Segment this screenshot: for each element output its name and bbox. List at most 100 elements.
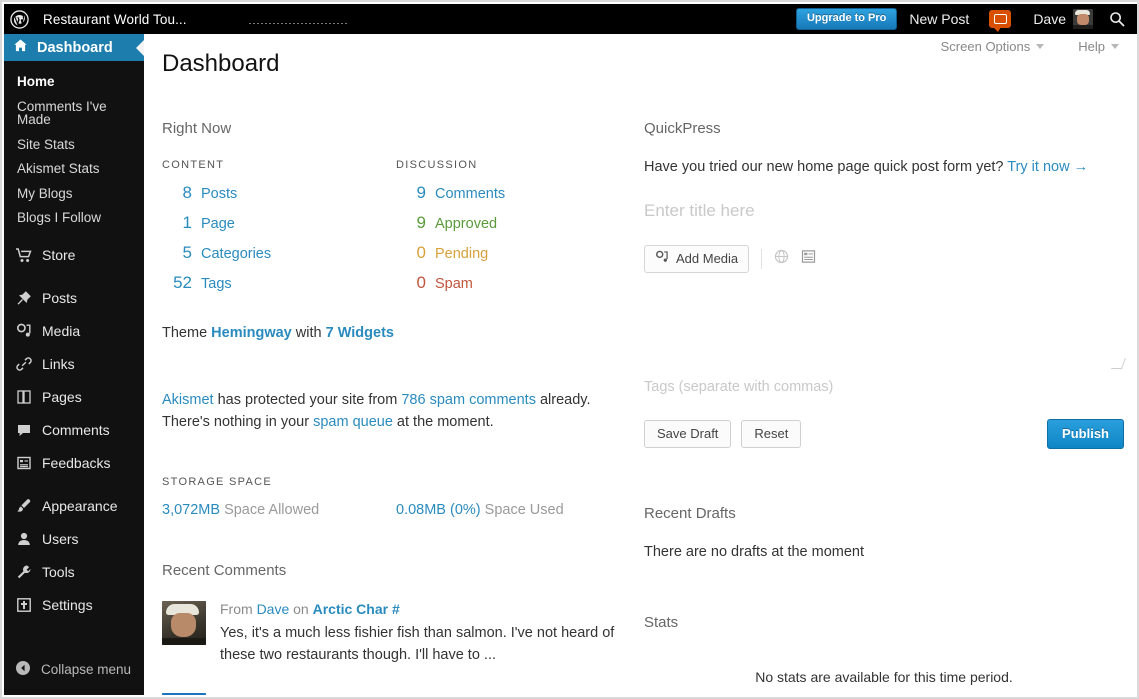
sidebar-item-users[interactable]: Users — [4, 523, 144, 556]
stat-page[interactable]: 1 Page — [162, 213, 396, 233]
admin-bar-left: Restaurant World Tou... — [4, 4, 349, 34]
recent-comments-title: Recent Comments — [162, 561, 287, 579]
wordpress-logo-icon[interactable] — [4, 4, 34, 34]
upgrade-to-pro-button[interactable]: Upgrade to Pro — [795, 8, 898, 30]
sidebar-item-tools[interactable]: Tools — [4, 556, 144, 589]
settings-icon — [15, 597, 32, 614]
sidebar-subitem-comments-ive-made[interactable]: Comments I've Made — [17, 95, 144, 133]
discussion-heading: DISCUSSION — [396, 159, 478, 171]
recent-drafts-widget: Recent Drafts There are no drafts at the… — [644, 505, 1124, 560]
feedback-icon — [15, 455, 32, 472]
admin-bar: Restaurant World Tou... Upgrade to Pro N… — [4, 4, 1137, 34]
space-used-label: Space Used — [480, 501, 564, 518]
quickpress-intro: Have you tried our new home page quick p… — [644, 159, 1124, 175]
dashboard-left-column: Right Now CONTENT 8 Posts 1 Page 5 Categ… — [162, 120, 632, 695]
right-now-discussion-column: DISCUSSION 9 Comments 9 Approved 0 Pendi… — [396, 159, 630, 303]
sidebar-item-links[interactable]: Links — [4, 348, 144, 381]
recent-drafts-empty: There are no drafts at the moment — [644, 544, 865, 560]
recent-drafts-title: Recent Drafts — [644, 505, 736, 522]
media-icon — [655, 250, 669, 267]
comment-author-link[interactable]: Dave — [257, 601, 290, 617]
reset-button[interactable]: Reset — [741, 420, 802, 448]
quickpress-actions: Save Draft Reset Publish — [644, 419, 1124, 449]
screen-options-button[interactable]: Screen Options — [941, 39, 1045, 54]
comments-bubble-button[interactable] — [981, 4, 1019, 34]
resize-handle[interactable] — [1110, 358, 1127, 369]
sidebar-item-comments-label: Comments — [42, 422, 110, 438]
chevron-down-icon — [1036, 44, 1045, 49]
stat-posts[interactable]: 8 Posts — [162, 183, 396, 203]
sidebar-subitem-my-blogs[interactable]: My Blogs — [17, 182, 144, 207]
sidebar-item-feedbacks[interactable]: Feedbacks — [4, 447, 144, 480]
space-allowed-value: 3,072MB — [162, 501, 221, 518]
akismet-link[interactable]: Akismet — [162, 392, 214, 408]
globe-icon[interactable] — [774, 249, 789, 269]
sidebar-item-comments[interactable]: Comments — [4, 414, 144, 447]
new-post-button[interactable]: New Post — [897, 4, 981, 34]
sidebar-item-posts-label: Posts — [42, 290, 78, 306]
sidebar-item-pages[interactable]: Pages — [4, 381, 144, 414]
sidebar-subitem-home[interactable]: Home — [17, 70, 144, 95]
comment-meta: From Mandy on Arctic Char # — [220, 693, 632, 695]
quickpress-tags-input[interactable]: Tags (separate with commas) — [644, 379, 1124, 395]
stat-pending[interactable]: 0 Pending — [396, 243, 630, 263]
form-icon[interactable] — [801, 249, 816, 269]
right-now-widget: Right Now CONTENT 8 Posts 1 Page 5 Categ… — [162, 120, 632, 518]
storage-space-section: STORAGE SPACE 3,072MB Space Allowed 0.08… — [162, 476, 632, 518]
sidebar-item-pages-label: Pages — [42, 389, 82, 405]
help-button[interactable]: Help — [1078, 39, 1119, 54]
stats-widget: Stats No stats are available for this ti… — [644, 614, 1124, 685]
comment-from: From — [220, 600, 257, 617]
sidebar-item-settings[interactable]: Settings — [4, 589, 144, 622]
comment-post-link[interactable]: Arctic Char # — [313, 601, 400, 617]
collapse-menu-button[interactable]: Collapse menu — [4, 660, 144, 679]
comment-post-link[interactable]: Arctic Char # — [322, 693, 409, 695]
quickpress-title-input[interactable]: Enter title here — [644, 201, 1124, 221]
avatar — [162, 600, 206, 645]
comment-meta: From Dave on Arctic Char # — [220, 601, 632, 617]
sidebar-item-media[interactable]: Media — [4, 315, 144, 348]
stat-page-label: Page — [201, 216, 235, 232]
sidebar-item-dashboard[interactable]: Dashboard — [4, 34, 144, 61]
site-title[interactable]: Restaurant World Tou... — [43, 12, 187, 27]
stat-tags[interactable]: 52 Tags — [162, 273, 396, 293]
comment-from: From — [220, 693, 257, 695]
comment-author-link[interactable]: Mandy — [257, 693, 299, 695]
browser-frame: Restaurant World Tou... Upgrade to Pro N… — [0, 0, 1139, 699]
add-media-button[interactable]: Add Media — [644, 245, 750, 273]
storage-heading: STORAGE SPACE — [162, 475, 273, 488]
media-icon — [15, 323, 32, 340]
quickpress-title: QuickPress — [644, 120, 721, 137]
stat-page-count: 1 — [182, 213, 192, 232]
theme-widgets-link[interactable]: 7 Widgets — [326, 325, 394, 341]
add-media-label: Add Media — [676, 251, 739, 266]
stat-categories[interactable]: 5 Categories — [162, 243, 396, 263]
sidebar-subitem-blogs-i-follow[interactable]: Blogs I Follow — [17, 206, 144, 231]
sidebar-item-appearance[interactable]: Appearance — [4, 490, 144, 523]
account-menu[interactable]: Dave — [1019, 9, 1103, 29]
stat-approved[interactable]: 9 Approved — [396, 213, 630, 233]
theme-mid: with — [291, 325, 326, 341]
collapse-menu-label: Collapse menu — [41, 662, 132, 677]
spam-queue-link[interactable]: spam queue — [313, 414, 393, 430]
content-heading: CONTENT — [162, 159, 225, 171]
stat-posts-count: 8 — [182, 183, 192, 202]
sidebar-subitem-site-stats[interactable]: Site Stats — [17, 133, 144, 158]
stat-comments[interactable]: 9 Comments — [396, 183, 630, 203]
try-it-now-link[interactable]: Try it now → — [1007, 159, 1088, 175]
sidebar-subitem-akismet-stats[interactable]: Akismet Stats — [17, 157, 144, 182]
search-icon[interactable] — [1103, 11, 1137, 27]
theme-name-link[interactable]: Hemingway — [211, 325, 292, 341]
quickpress-content-textarea[interactable] — [644, 273, 1127, 369]
stats-empty: No stats are available for this time per… — [755, 669, 1013, 685]
spam-comments-link[interactable]: 786 spam comments — [401, 392, 536, 408]
save-draft-button[interactable]: Save Draft — [644, 420, 732, 448]
publish-button[interactable]: Publish — [1047, 419, 1124, 449]
sidebar-item-feedbacks-label: Feedbacks — [42, 455, 111, 471]
avatar — [1073, 9, 1093, 29]
stat-spam[interactable]: 0 Spam — [396, 273, 630, 293]
sidebar-item-posts[interactable]: Posts — [4, 282, 144, 315]
sidebar-item-store[interactable]: Store — [4, 239, 144, 272]
chevron-down-icon — [1111, 44, 1119, 49]
dashboard-right-column: QuickPress Have you tried our new home p… — [644, 120, 1127, 685]
